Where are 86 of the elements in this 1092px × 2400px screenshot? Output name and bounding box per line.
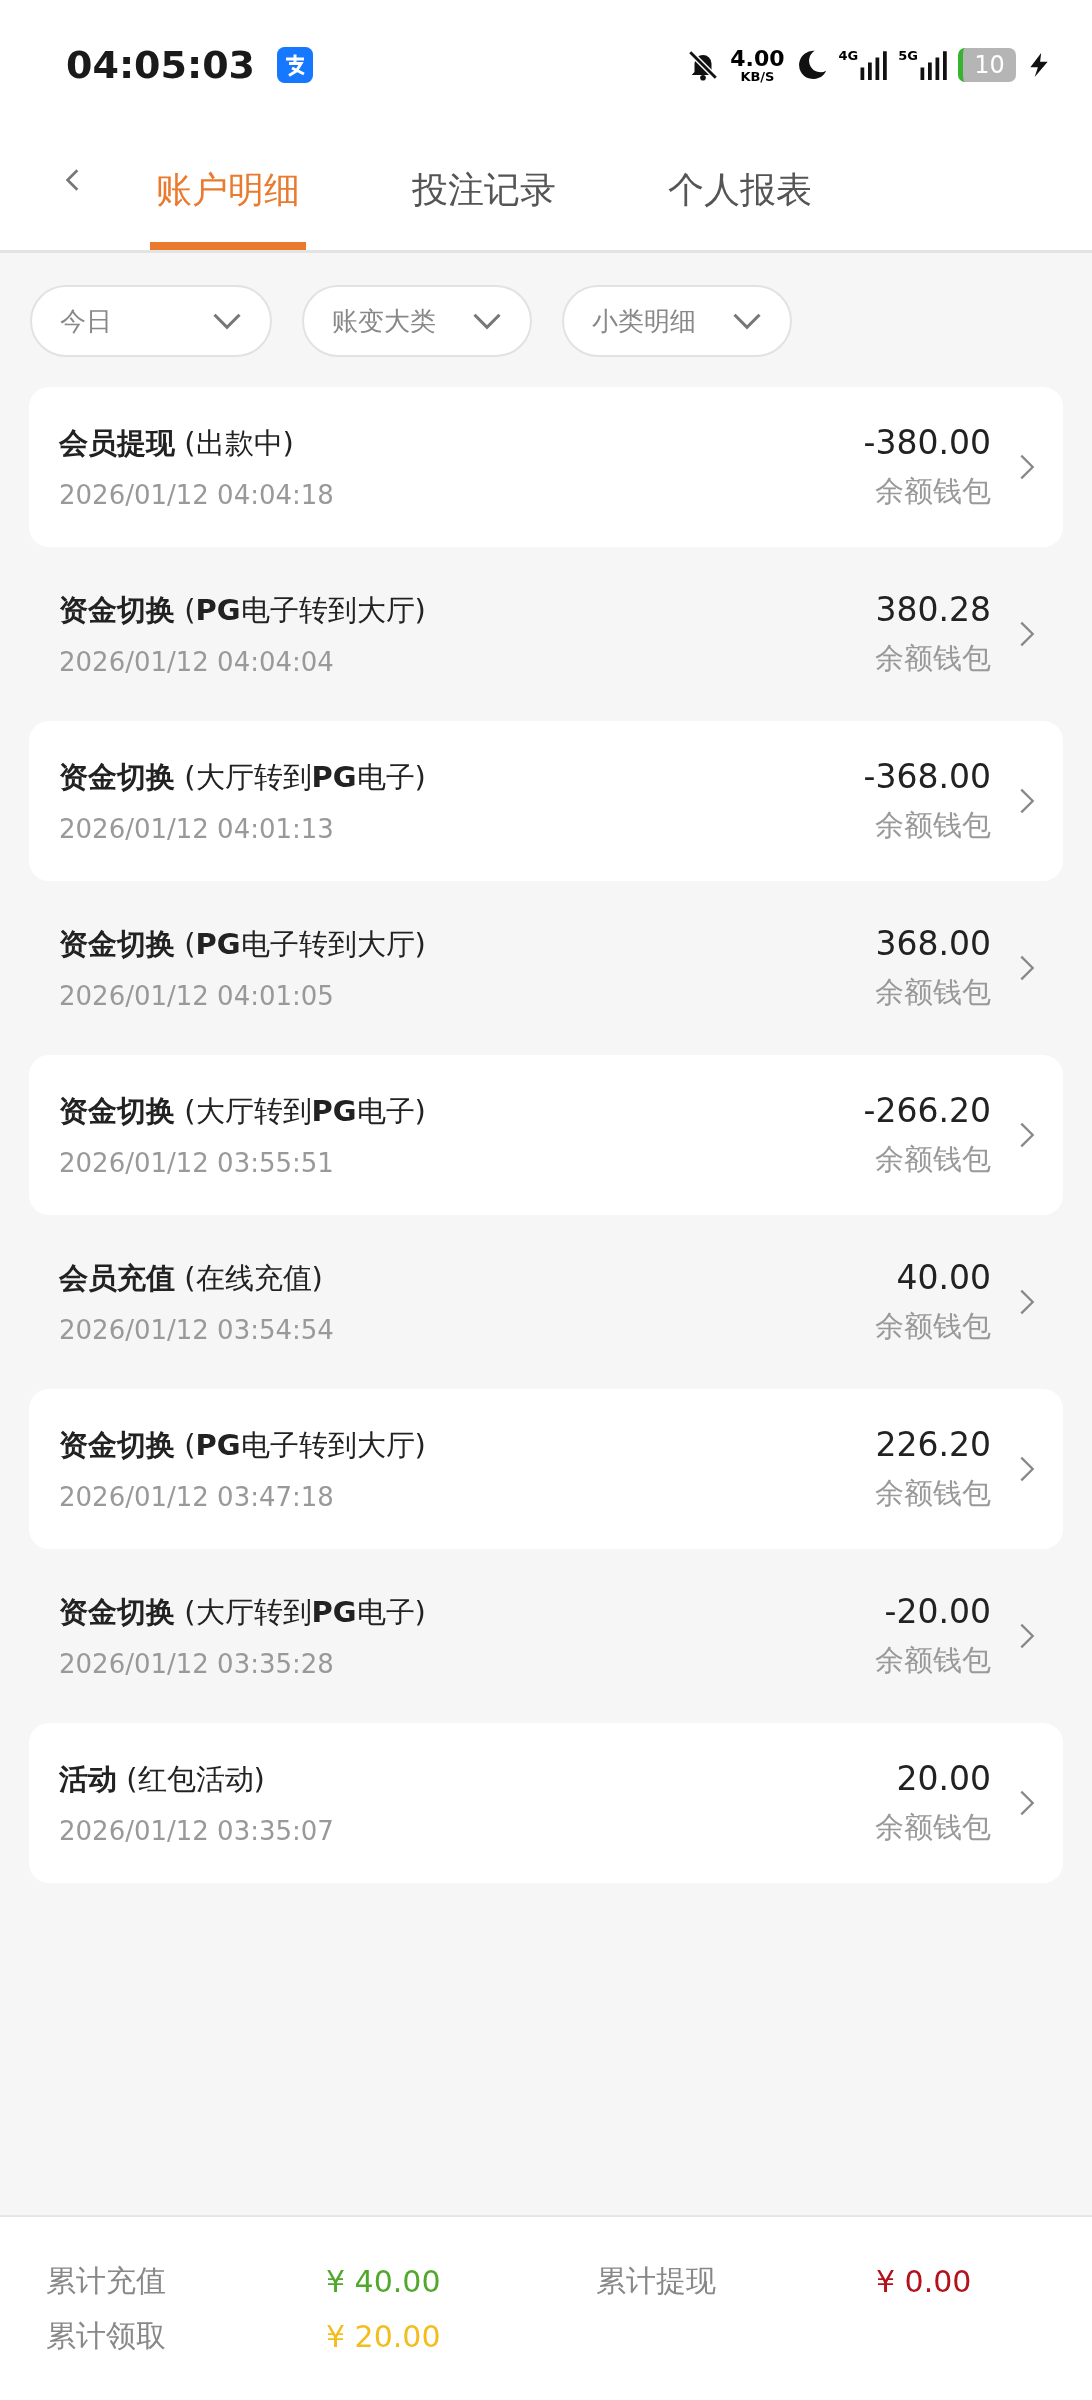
record-type: 资金切换 [59,1595,175,1629]
record-amount: -266.20 [863,1090,991,1130]
wallet-name: 余额钱包 [875,806,991,844]
record-time: 2026/01/12 03:35:28 [59,1649,335,1679]
record-amount: 226.20 [875,1424,991,1464]
record-row[interactable]: 资金切换 (大厅转到PG电子) 2026/01/12 03:35:28 -20.00 余额钱包 [29,1556,1063,1716]
clock-time: 04:05:03 [66,43,256,87]
record-detail: (红包活动) [126,1762,265,1796]
record-amount: -20.00 [884,1591,991,1631]
network-type: 4G [838,48,859,63]
record-type: 资金切换 [59,1428,175,1462]
chevron-right-icon [1019,1622,1035,1650]
wallet-name: 余额钱包 [875,472,991,510]
tab[interactable]: 个人报表 [662,130,818,250]
battery-indicator: 10 [958,48,1016,82]
record-card[interactable]: 会员提现 (出款中) 2026/01/12 04:04:18 -380.00 余额钱包 [29,387,1063,547]
record-card[interactable]: 资金切换 (大厅转到PG电子) 2026/01/12 04:01:13 -368.00 余额钱包 [29,721,1063,881]
chevron-down-icon [732,312,762,330]
wallet-name: 余额钱包 [875,973,991,1011]
record-amount: 380.28 [875,589,991,629]
record-detail: (在线充值) [184,1261,323,1295]
total-value: ¥ 0.00 [876,2263,972,2299]
record-card[interactable]: 资金切换 (PG电子转到大厅) 2026/01/12 03:47:18 226.20 余额钱包 [29,1389,1063,1549]
record-row[interactable]: 会员充值 (在线充值) 2026/01/12 03:54:54 40.00 余额钱包 [29,1222,1063,1382]
signal-icon [858,48,889,82]
chevron-down-icon [212,312,242,330]
record-time: 2026/01/12 04:01:05 [59,981,335,1011]
record-amount: -380.00 [863,422,991,462]
wallet-name: 余额钱包 [875,1140,991,1178]
record-amount: 368.00 [875,923,991,963]
record-detail: (PG电子转到大厅) [184,593,426,627]
filter-dropdown[interactable]: 小类明细 [562,285,792,357]
record-time: 2026/01/12 04:01:13 [59,814,335,844]
record-amount: 20.00 [896,1758,991,1798]
record-detail: (出款中) [184,426,294,460]
total-value: ¥ 20.00 [326,2318,441,2354]
record-card[interactable]: 资金切换 (大厅转到PG电子) 2026/01/12 03:55:51 -266.20 余额钱包 [29,1055,1063,1215]
record-card[interactable]: 活动 (红包活动) 2026/01/12 03:35:07 20.00 余额钱包 [29,1723,1063,1883]
wallet-name: 余额钱包 [875,1641,991,1679]
total-label: 累计充值 [46,2261,167,2300]
record-type: 资金切换 [59,760,175,794]
record-time: 2026/01/12 03:35:07 [59,1816,335,1846]
record-detail: (PG电子转到大厅) [184,927,426,961]
record-detail: (PG电子转到大厅) [184,1428,426,1462]
chevron-right-icon [1019,787,1035,815]
signal-icon [918,48,948,82]
record-detail: (大厅转到PG电子) [184,760,426,794]
total-label: 累计提现 [596,2261,717,2300]
chevron-right-icon [1019,1789,1035,1817]
total-value: ¥ 40.00 [326,2263,441,2299]
network-speed: 4.00 [730,47,785,70]
filter-dropdown[interactable]: 今日 [30,285,272,357]
wallet-name: 余额钱包 [875,1474,991,1512]
chevron-down-icon [472,312,502,330]
record-detail: (大厅转到PG电子) [184,1595,426,1629]
record-row[interactable]: 资金切换 (PG电子转到大厅) 2026/01/12 04:01:05 368.00 余额钱包 [29,888,1063,1048]
record-time: 2026/01/12 03:47:18 [59,1482,335,1512]
network-type: 5G [898,48,918,63]
wallet-name: 余额钱包 [875,1307,991,1345]
chevron-right-icon [1019,620,1035,648]
filter-dropdown[interactable]: 账变大类 [302,285,532,357]
network-speed-unit: KB/S [740,69,775,83]
record-time: 2026/01/12 04:04:18 [59,480,335,510]
chevron-right-icon [1019,1288,1035,1316]
wallet-name: 余额钱包 [875,1808,991,1846]
record-time: 2026/01/12 04:04:04 [59,647,335,677]
record-row[interactable]: 资金切换 (PG电子转到大厅) 2026/01/12 04:04:04 380.28 余额钱包 [29,554,1063,714]
record-type: 资金切换 [59,593,175,627]
chevron-right-icon [1019,1121,1035,1149]
record-type: 资金切换 [59,927,175,961]
total-label: 累计领取 [46,2316,167,2355]
record-type: 活动 [59,1762,117,1796]
record-amount: 40.00 [896,1257,991,1297]
chevron-right-icon [1019,453,1035,481]
app-notification-icon [277,47,314,83]
wallet-name: 余额钱包 [875,639,991,677]
record-type: 会员提现 [59,426,175,460]
record-type: 会员充值 [59,1261,175,1295]
chevron-right-icon [1019,954,1035,982]
chevron-right-icon [1019,1455,1035,1483]
record-time: 2026/01/12 03:54:54 [59,1315,335,1345]
record-amount: -368.00 [863,756,991,796]
record-detail: (大厅转到PG电子) [184,1094,426,1128]
record-type: 资金切换 [59,1094,175,1128]
record-time: 2026/01/12 03:55:51 [59,1148,335,1178]
tab[interactable]: 投注记录 [406,130,562,250]
